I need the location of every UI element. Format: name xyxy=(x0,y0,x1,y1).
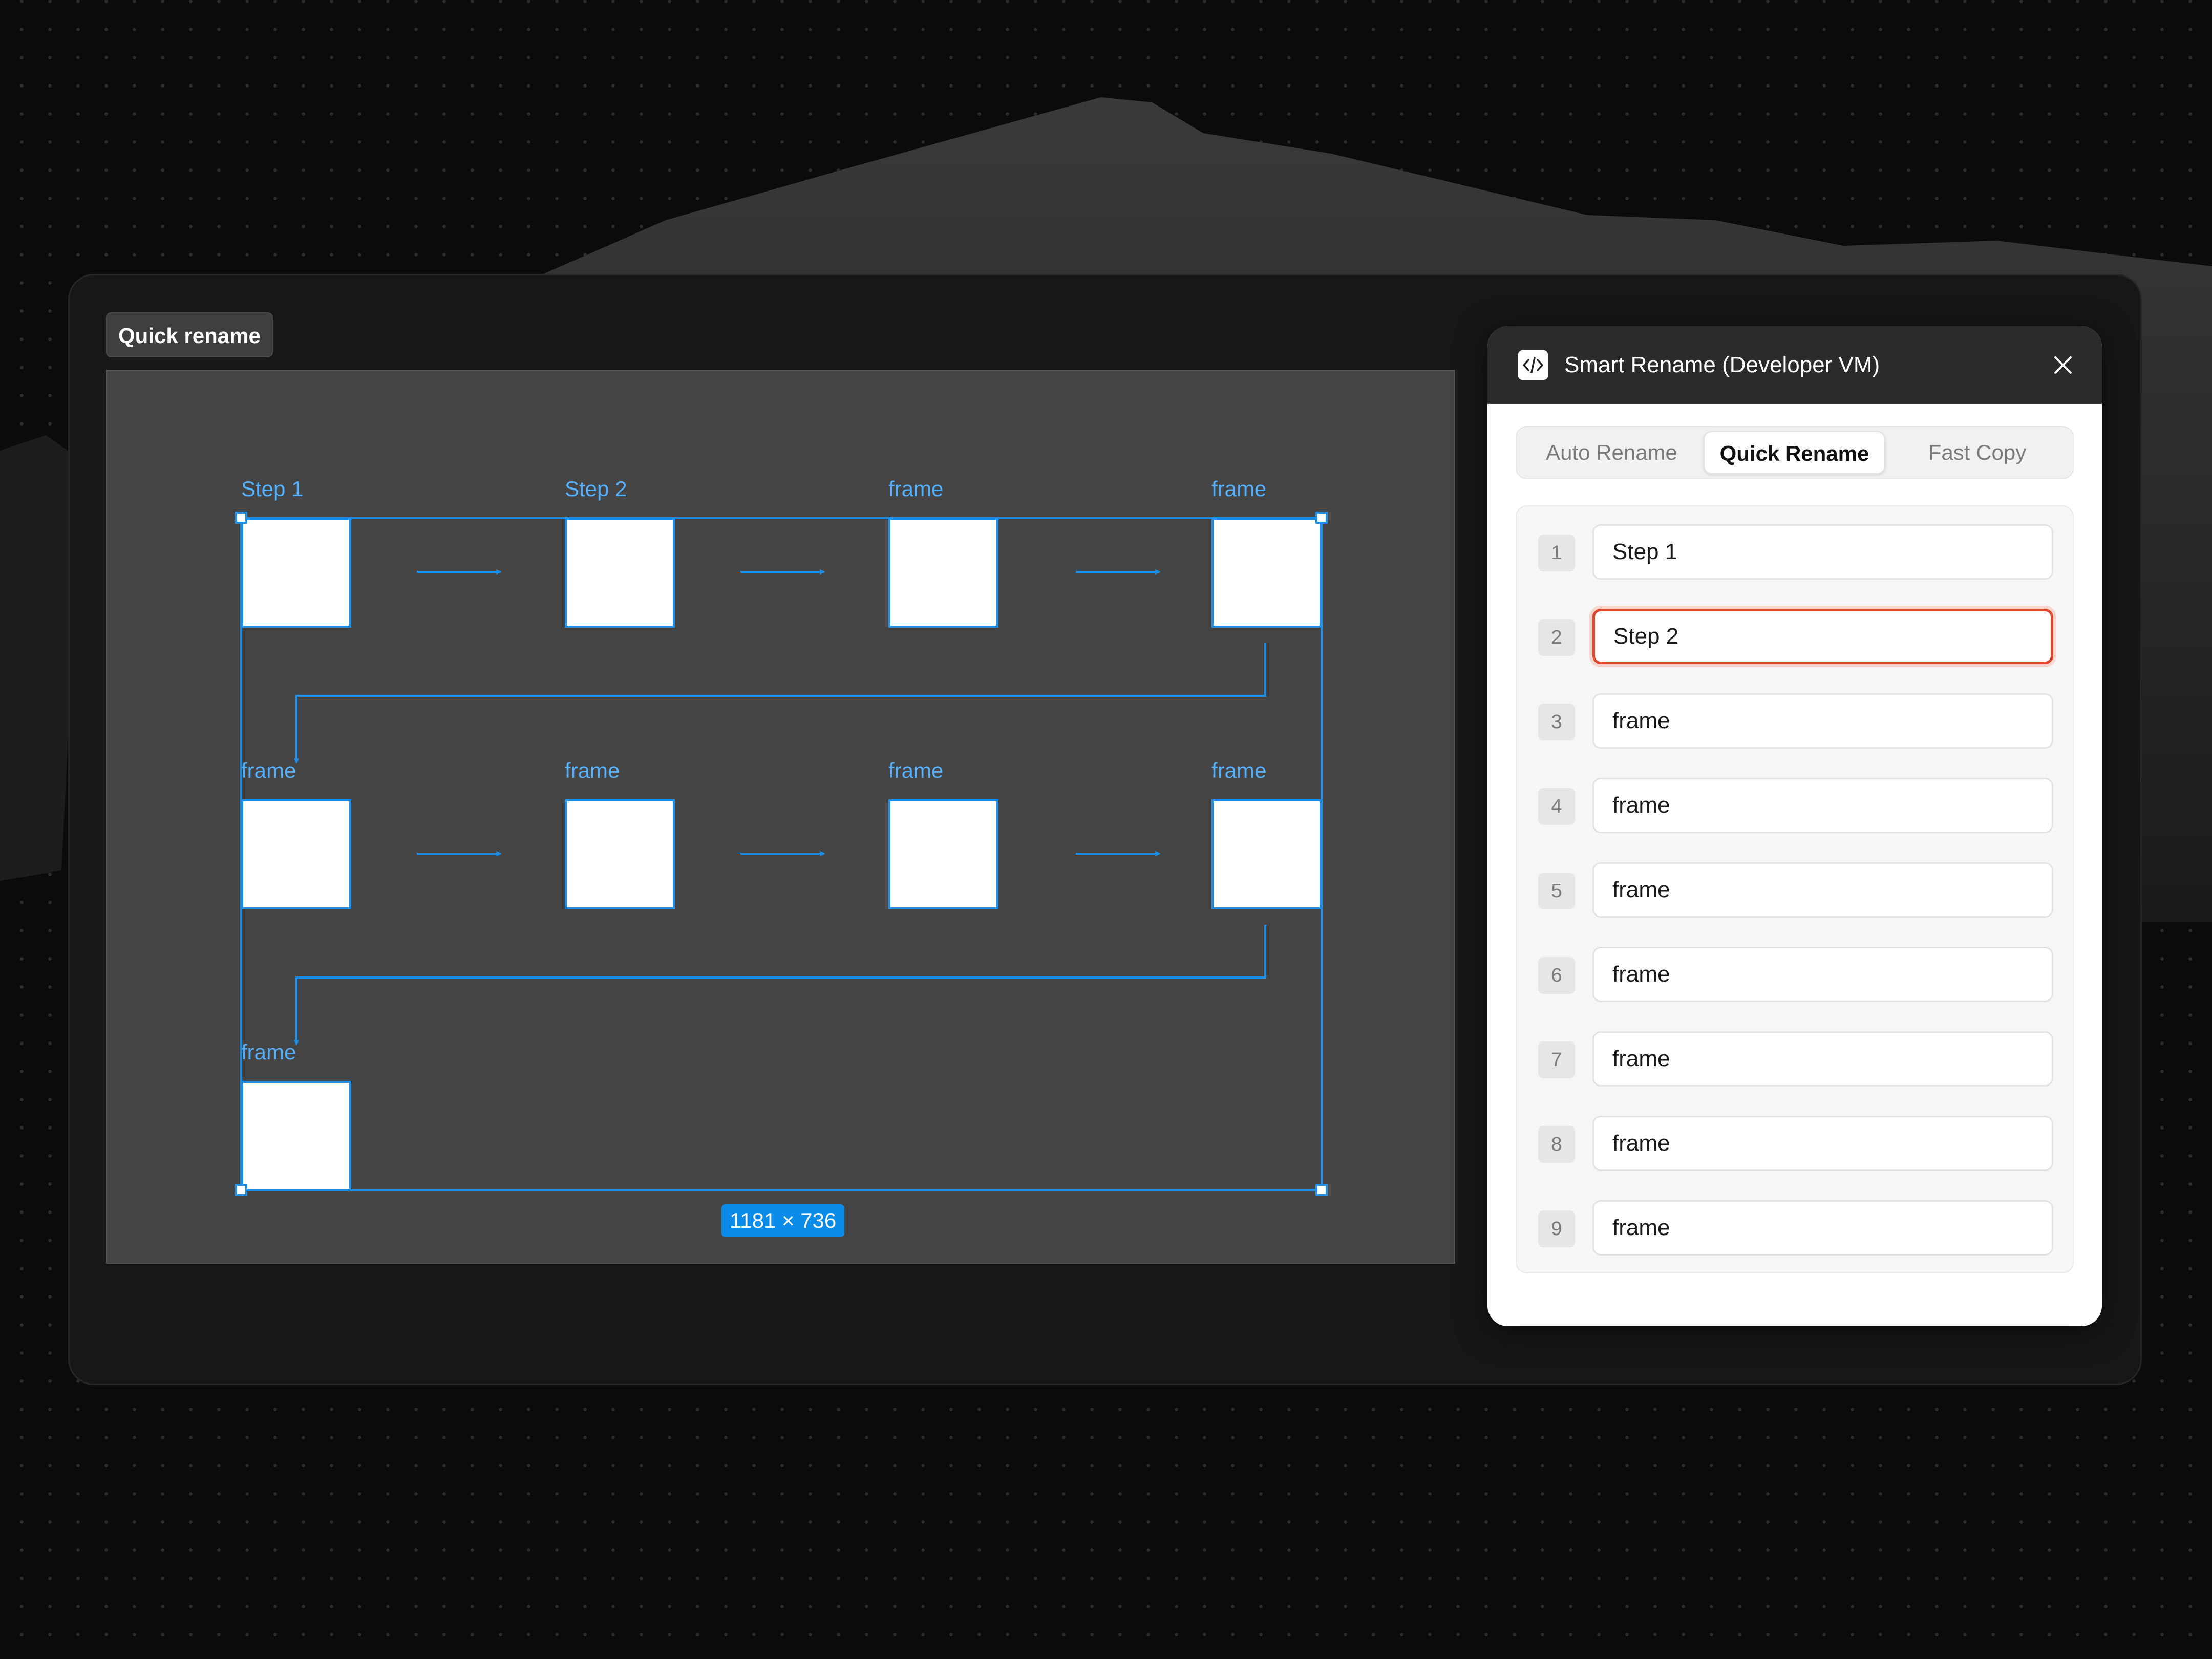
row-number: 3 xyxy=(1538,704,1575,740)
frame-label: frame xyxy=(565,758,620,782)
rename-list: 1 2 3 4 5 6 7 8 xyxy=(1516,505,2074,1273)
row-number: 7 xyxy=(1538,1041,1575,1078)
row-number: 8 xyxy=(1538,1126,1575,1163)
frame-6[interactable] xyxy=(565,799,675,909)
wrap-connector xyxy=(296,925,1266,1044)
list-item: 1 xyxy=(1517,524,2075,580)
frame-3[interactable] xyxy=(888,518,998,628)
close-button[interactable] xyxy=(2048,350,2078,380)
frame-step-2[interactable] xyxy=(565,518,675,628)
rename-input-8[interactable] xyxy=(1592,1116,2053,1171)
frame-label: Step 2 xyxy=(565,477,627,501)
frame-label: frame xyxy=(241,1040,296,1064)
frame-8[interactable] xyxy=(1211,799,1322,909)
row-number: 9 xyxy=(1538,1210,1575,1247)
frame-label: frame xyxy=(241,758,296,782)
frame-step-1[interactable] xyxy=(241,518,351,628)
page-label: Quick rename xyxy=(106,312,273,357)
list-item: 9 xyxy=(1517,1200,2075,1256)
frame-5[interactable] xyxy=(241,799,351,909)
list-item: 8 xyxy=(1517,1116,2075,1171)
row-number: 5 xyxy=(1538,873,1575,909)
rename-input-3[interactable] xyxy=(1592,693,2053,749)
code-icon xyxy=(1518,350,1548,380)
frame-label: frame xyxy=(1211,758,1267,782)
rename-input-5[interactable] xyxy=(1592,862,2053,918)
list-item: 7 xyxy=(1517,1031,2075,1087)
resize-handle-top-right[interactable] xyxy=(1315,512,1328,524)
row-number: 1 xyxy=(1538,535,1575,571)
frame-label: frame xyxy=(888,477,944,501)
plugin-header: Smart Rename (Developer VM) xyxy=(1487,326,2102,404)
rename-input-9[interactable] xyxy=(1592,1200,2053,1256)
rename-input-4[interactable] xyxy=(1592,778,2053,833)
list-item: 2 xyxy=(1517,609,2075,664)
row-number: 2 xyxy=(1538,619,1575,656)
list-item: 5 xyxy=(1517,862,2075,918)
frame-7[interactable] xyxy=(888,799,998,909)
frame-4[interactable] xyxy=(1211,518,1322,628)
tab-quick-rename[interactable]: Quick Rename xyxy=(1704,431,1885,474)
list-item: 4 xyxy=(1517,778,2075,833)
resize-handle-bottom-left[interactable] xyxy=(235,1184,247,1196)
resize-handle-bottom-right[interactable] xyxy=(1315,1184,1328,1196)
tab-bar: Auto Rename Quick Rename Fast Copy xyxy=(1516,426,2074,479)
list-item: 3 xyxy=(1517,693,2075,749)
rename-input-2[interactable] xyxy=(1592,609,2053,664)
design-canvas[interactable]: Step 1 Step 2 frame frame frame frame fr… xyxy=(106,370,1455,1264)
frame-9[interactable] xyxy=(241,1081,351,1191)
list-item: 6 xyxy=(1517,947,2075,1002)
frame-label: frame xyxy=(1211,477,1267,501)
wrap-connector xyxy=(296,643,1266,762)
tab-fast-copy[interactable]: Fast Copy xyxy=(1886,431,2068,474)
rename-input-7[interactable] xyxy=(1592,1031,2053,1087)
resize-handle-top-left[interactable] xyxy=(235,512,247,524)
frame-label: Step 1 xyxy=(241,477,304,501)
row-number: 6 xyxy=(1538,957,1575,994)
close-icon xyxy=(2054,356,2072,374)
tab-auto-rename[interactable]: Auto Rename xyxy=(1521,431,1703,474)
dimensions-badge: 1181 × 736 xyxy=(721,1204,845,1237)
rename-input-1[interactable] xyxy=(1592,524,2053,580)
rename-input-6[interactable] xyxy=(1592,947,2053,1002)
frame-label: frame xyxy=(888,758,944,782)
plugin-panel: Smart Rename (Developer VM) Auto Rename … xyxy=(1487,326,2102,1326)
row-number: 4 xyxy=(1538,788,1575,825)
plugin-title: Smart Rename (Developer VM) xyxy=(1564,352,1880,377)
